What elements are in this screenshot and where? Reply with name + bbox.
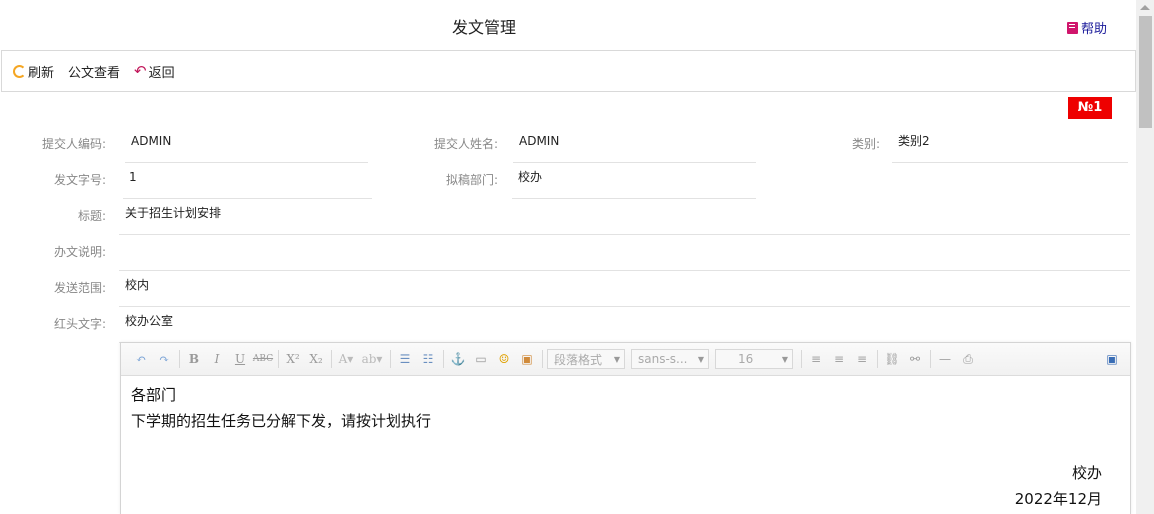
highlight-color-icon[interactable]: ab▾: [359, 349, 385, 369]
font-family-value: sans-s...: [638, 352, 688, 366]
refresh-label: 刷新: [28, 65, 55, 81]
align-center-icon[interactable]: ≡: [829, 349, 849, 369]
rich-text-editor: ↶ ↷ B I U ABC X² X₂ A▾ ab▾ ☰ ☷ ⚓ ▭ ☺ ▣ 段…: [120, 342, 1131, 514]
help-link[interactable]: 帮助: [1067, 18, 1107, 37]
scroll-up-arrow-icon[interactable]: [1140, 5, 1150, 10]
subscript-icon[interactable]: X₂: [306, 349, 326, 369]
red-header-label: 红头文字:: [53, 317, 106, 331]
paragraph-format-select[interactable]: 段落格式 ▼: [547, 349, 625, 369]
font-family-select[interactable]: sans-s... ▼: [631, 349, 709, 369]
editor-content[interactable]: 各部门 下学期的招生任务已分解下发，请按计划执行 校办 2022年12月: [121, 376, 1130, 514]
chevron-down-icon: ▼: [613, 354, 620, 364]
emoticon-icon[interactable]: ☺: [494, 349, 514, 369]
content-line: 下学期的招生任务已分解下发，请按计划执行: [131, 412, 432, 430]
view-document-label: 公文查看: [68, 65, 121, 81]
submitter-code-label: 提交人编码:: [41, 137, 106, 151]
scrollbar-thumb[interactable]: [1139, 16, 1152, 128]
toolbar-divider: [542, 350, 543, 368]
superscript-icon[interactable]: X²: [283, 349, 303, 369]
unordered-list-icon[interactable]: ☷: [418, 349, 438, 369]
chevron-down-icon: ▼: [781, 354, 788, 364]
toolbar-divider: [331, 350, 332, 368]
submitter-name-label: 提交人姓名:: [433, 137, 498, 151]
fullscreen-icon[interactable]: ▣: [1102, 349, 1122, 369]
page-icon[interactable]: ▭: [471, 349, 491, 369]
scope-label: 发送范围:: [53, 281, 106, 295]
font-color-icon[interactable]: A▾: [336, 349, 356, 369]
underline-icon[interactable]: U: [230, 349, 250, 369]
back-arrow-icon: ↶: [134, 62, 147, 80]
unlink-icon[interactable]: ⚯: [905, 349, 925, 369]
page: 发文管理 帮助 刷新 公文查看 ↶ 返回 №1 提交人编码: ADMIN 提交人…: [0, 0, 1154, 514]
instructions-label: 办文说明:: [53, 245, 106, 259]
draft-dept-field[interactable]: 校办: [512, 169, 756, 199]
anchor-icon[interactable]: ⚓: [448, 349, 468, 369]
paragraph-format-value: 段落格式: [554, 352, 603, 367]
draft-dept-label: 拟稿部门:: [445, 173, 498, 187]
toolbar-divider: [179, 350, 180, 368]
toolbar-divider: [877, 350, 878, 368]
view-document-button[interactable]: 公文查看: [68, 62, 120, 81]
page-title: 发文管理: [451, 18, 516, 37]
align-right-icon[interactable]: ≡: [852, 349, 872, 369]
horizontal-rule-icon[interactable]: —: [935, 349, 955, 369]
category-field[interactable]: 类别2: [892, 133, 1128, 163]
submitter-code-field[interactable]: ADMIN: [125, 133, 368, 163]
red-header-field[interactable]: 校办公室: [119, 313, 1130, 343]
subject-label: 标题:: [77, 209, 106, 223]
undo-icon[interactable]: ↶: [131, 349, 151, 369]
doc-number-field[interactable]: 1: [123, 169, 372, 199]
refresh-icon: [13, 64, 26, 78]
scope-field[interactable]: 校内: [119, 277, 1130, 307]
content-line: 各部门: [131, 386, 177, 404]
doc-number-label: 发文字号:: [53, 173, 106, 187]
refresh-button[interactable]: 刷新: [13, 62, 54, 81]
toolbar-divider: [278, 350, 279, 368]
redo-icon[interactable]: ↷: [154, 349, 174, 369]
content-signature: 校办: [1071, 464, 1102, 482]
strikethrough-icon[interactable]: ABC: [253, 349, 273, 369]
header: 发文管理 帮助: [0, 0, 1136, 50]
submitter-name-field[interactable]: ADMIN: [513, 133, 756, 163]
image-icon[interactable]: ▣: [517, 349, 537, 369]
ordered-list-icon[interactable]: ☰: [395, 349, 415, 369]
subject-field[interactable]: 关于招生计划安排: [119, 205, 1130, 235]
align-left-icon[interactable]: ≡: [806, 349, 826, 369]
editor-toolbar: ↶ ↷ B I U ABC X² X₂ A▾ ab▾ ☰ ☷ ⚓ ▭ ☺ ▣ 段…: [121, 343, 1130, 376]
print-icon[interactable]: ⎙: [958, 349, 978, 369]
toolbar-divider: [930, 350, 931, 368]
chevron-down-icon: ▼: [697, 354, 704, 364]
italic-icon[interactable]: I: [207, 349, 227, 369]
toolbar-divider: [443, 350, 444, 368]
help-label: 帮助: [1081, 22, 1108, 37]
instructions-field[interactable]: [119, 241, 1130, 271]
font-size-select[interactable]: 16 ▼: [715, 349, 793, 369]
back-label: 返回: [148, 65, 175, 81]
bold-icon[interactable]: B: [184, 349, 204, 369]
content-date: 2022年12月: [1014, 490, 1102, 508]
font-size-value: 16: [738, 352, 754, 366]
link-icon[interactable]: ⛓: [882, 349, 902, 369]
book-icon: [1067, 21, 1078, 34]
toolbar-divider: [801, 350, 802, 368]
toolbar: 刷新 公文查看 ↶ 返回: [1, 50, 1136, 92]
back-button[interactable]: ↶ 返回: [134, 62, 175, 81]
category-label: 类别:: [851, 137, 880, 151]
toolbar-divider: [390, 350, 391, 368]
number-badge: №1: [1068, 97, 1112, 119]
